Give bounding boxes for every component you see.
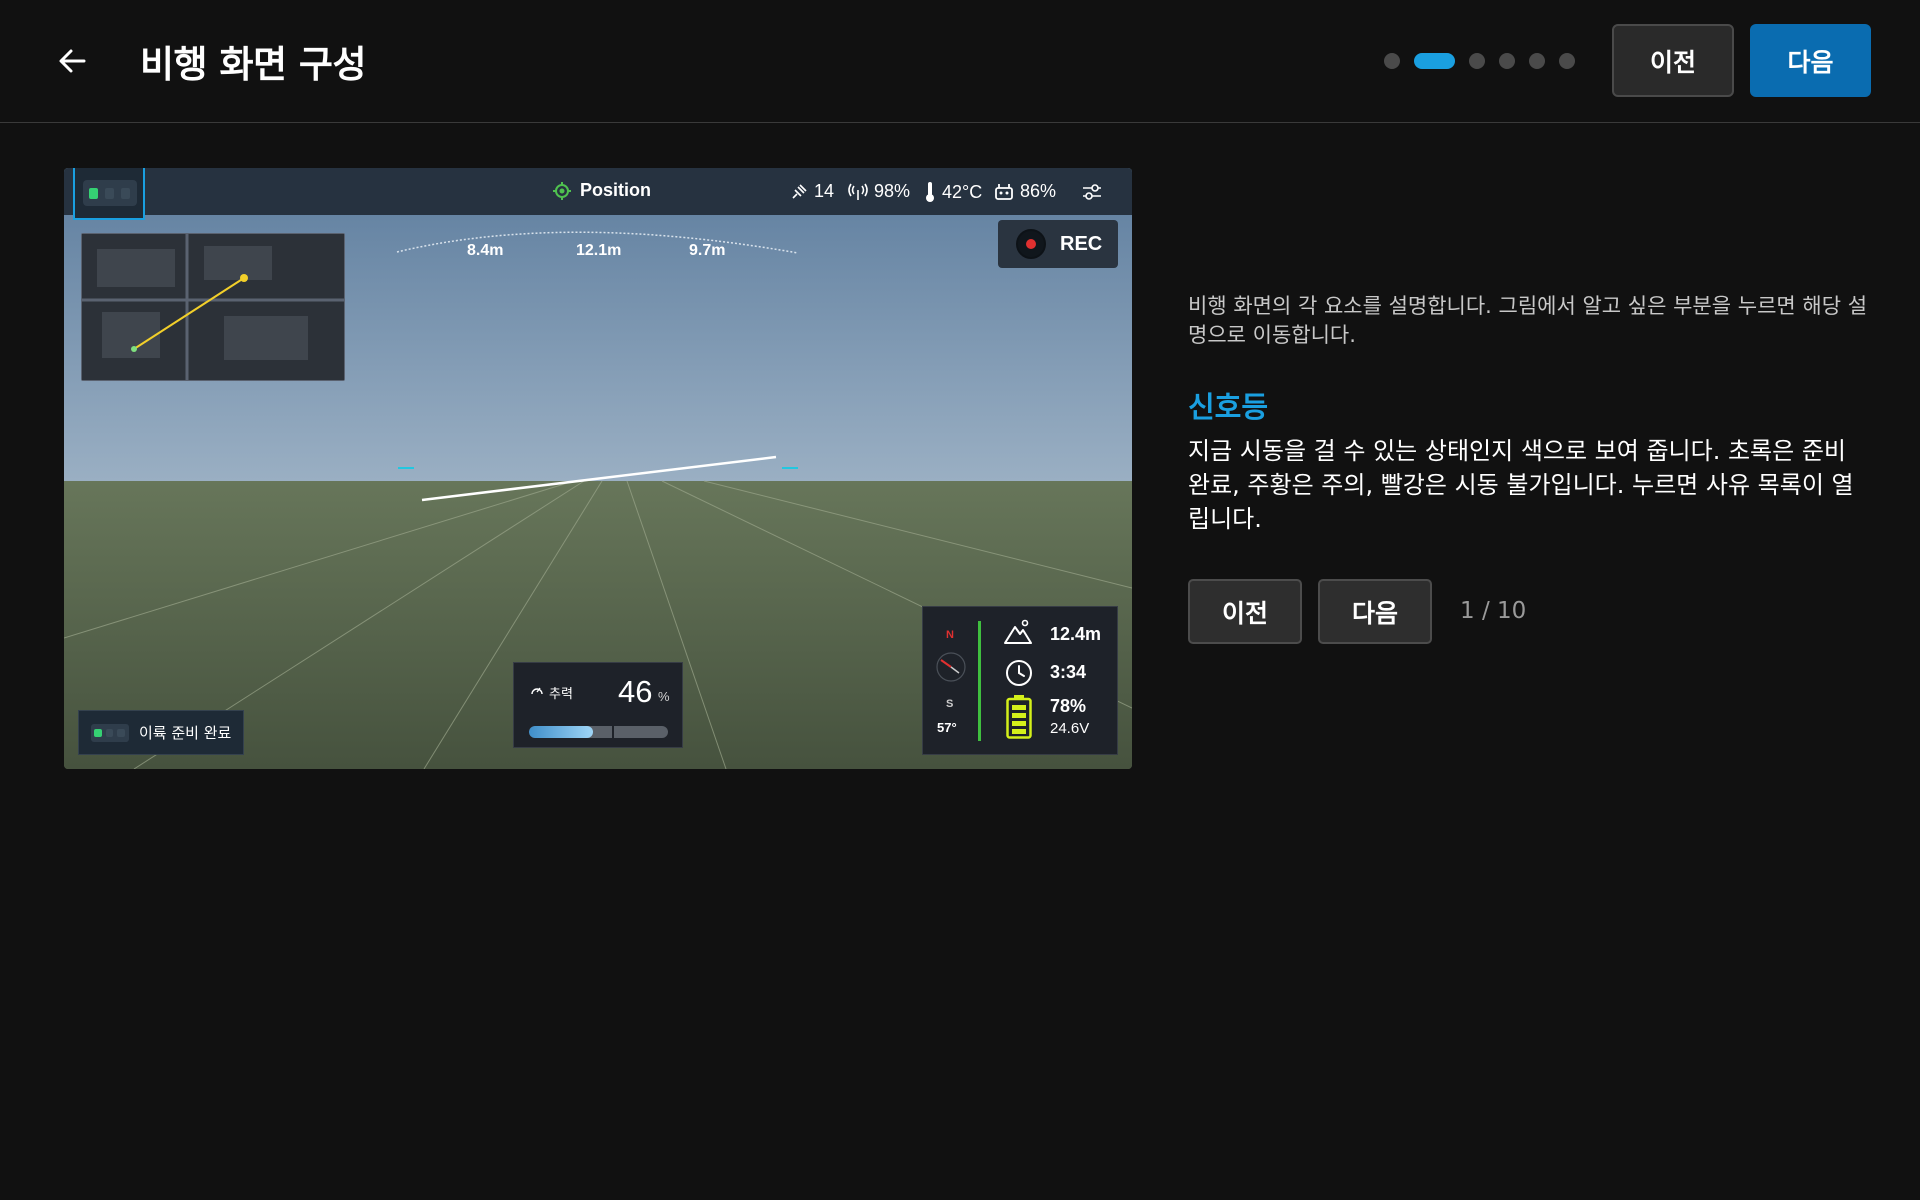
takeoff-status-label: 이륙 준비 완료: [139, 724, 232, 742]
thrust-unit: %: [658, 689, 670, 704]
signal-light: [83, 180, 137, 206]
satellite-count: 14: [790, 181, 834, 202]
clock-icon: [1006, 660, 1032, 686]
page-title: 비행 화면 구성: [140, 43, 367, 86]
mountain-icon: [1004, 619, 1032, 644]
compass-south: S: [946, 698, 954, 710]
signal-led-green: [94, 728, 102, 737]
heading-value: 57°: [937, 720, 957, 735]
antenna-icon: [848, 183, 868, 200]
battery-voltage-value: 24.6V: [1050, 720, 1090, 737]
battery-icon: [1006, 695, 1032, 739]
back-button[interactable]: [48, 37, 96, 85]
thrust-value: 46: [618, 674, 653, 709]
section-prev-button[interactable]: 이전: [1188, 579, 1302, 644]
altitude-value: 12.4m: [1050, 624, 1102, 644]
section-next-button[interactable]: 다음: [1318, 579, 1432, 644]
header-bar: 비행 화면 구성 이전 다음: [0, 0, 1920, 123]
thrust-gauge: 추력 46 %: [513, 662, 683, 748]
minimap[interactable]: [81, 233, 345, 381]
battery-percent-value: 78%: [1050, 696, 1087, 716]
satellite-count-value: 14: [814, 181, 835, 201]
flight-view-illustration: Position 14 98% 42°C 86% REC 8.4m 12.1m …: [64, 168, 1132, 769]
header-prev-button[interactable]: 이전: [1612, 24, 1734, 97]
record-icon: [1016, 229, 1046, 259]
telemetry-divider: [978, 621, 981, 741]
flight-time-value: 3:34: [1050, 662, 1087, 682]
arrow-left-icon: [59, 49, 86, 73]
signal-led-red: [117, 728, 126, 737]
flight-mode[interactable]: Position: [552, 180, 651, 201]
takeoff-status[interactable]: 이륙 준비 완료: [78, 710, 244, 755]
section-pager: 1 / 10: [1460, 598, 1527, 624]
step-dot: [1469, 53, 1485, 69]
section-body: 지금 시동을 걸 수 있는 상태인지 색으로 보여 줍니다. 초록은 준비 완료…: [1188, 437, 1854, 533]
thrust-bar: [529, 726, 668, 738]
telemetry-panel: N S 57° 12.4m 3:34 78% 24.6V: [922, 606, 1118, 755]
flight-settings-button[interactable]: [1080, 180, 1104, 204]
thrust-label: 추력: [549, 687, 573, 702]
controller-battery-value: 86%: [1020, 181, 1057, 201]
compass-north: N: [946, 629, 954, 641]
controller-battery: 86%: [994, 181, 1056, 202]
header-next-button[interactable]: 다음: [1750, 24, 1871, 97]
flight-mode-label: Position: [580, 180, 651, 200]
step-dot: [1529, 53, 1545, 69]
signal-led-orange: [105, 728, 114, 737]
step-indicator: [1384, 52, 1589, 70]
controller-icon: [995, 183, 1013, 200]
signal-strength: 98%: [848, 181, 910, 202]
step-dot: [1384, 53, 1400, 69]
thrust-bar-fill: [529, 726, 593, 738]
obstacle-distance-right: 9.7m: [689, 242, 726, 259]
signal-strength-value: 98%: [874, 181, 911, 201]
step-dot: [1559, 53, 1575, 69]
signal-led-green: [89, 187, 98, 199]
thermometer-icon: [926, 182, 934, 202]
thrust-bar-marker: [612, 726, 614, 738]
satellite-icon: [792, 183, 807, 199]
section-title: 신호등: [1188, 390, 1269, 424]
obstacle-distance-left: 8.4m: [467, 242, 504, 259]
status-signal-light-button[interactable]: [73, 168, 145, 220]
gauge-icon: [531, 687, 543, 695]
temperature: 42°C: [924, 181, 982, 203]
minimap-map: [82, 234, 344, 380]
signal-light-mini: [91, 723, 129, 742]
signal-led-red: [121, 187, 130, 199]
step-dot-active: [1414, 53, 1455, 69]
obstacle-distance-center: 12.1m: [576, 242, 622, 259]
record-label: REC: [1060, 232, 1103, 255]
compass-icon: [936, 652, 966, 682]
signal-led-orange: [105, 187, 114, 199]
record-button[interactable]: REC: [998, 220, 1118, 268]
step-dot: [1499, 53, 1515, 69]
sliders-icon: [1083, 184, 1101, 200]
screen-description: 비행 화면의 각 요소를 설명합니다. 그림에서 알고 싶은 부분을 누르면 해…: [1188, 294, 1868, 347]
target-icon: [553, 181, 571, 200]
temperature-value: 42°C: [942, 181, 983, 202]
